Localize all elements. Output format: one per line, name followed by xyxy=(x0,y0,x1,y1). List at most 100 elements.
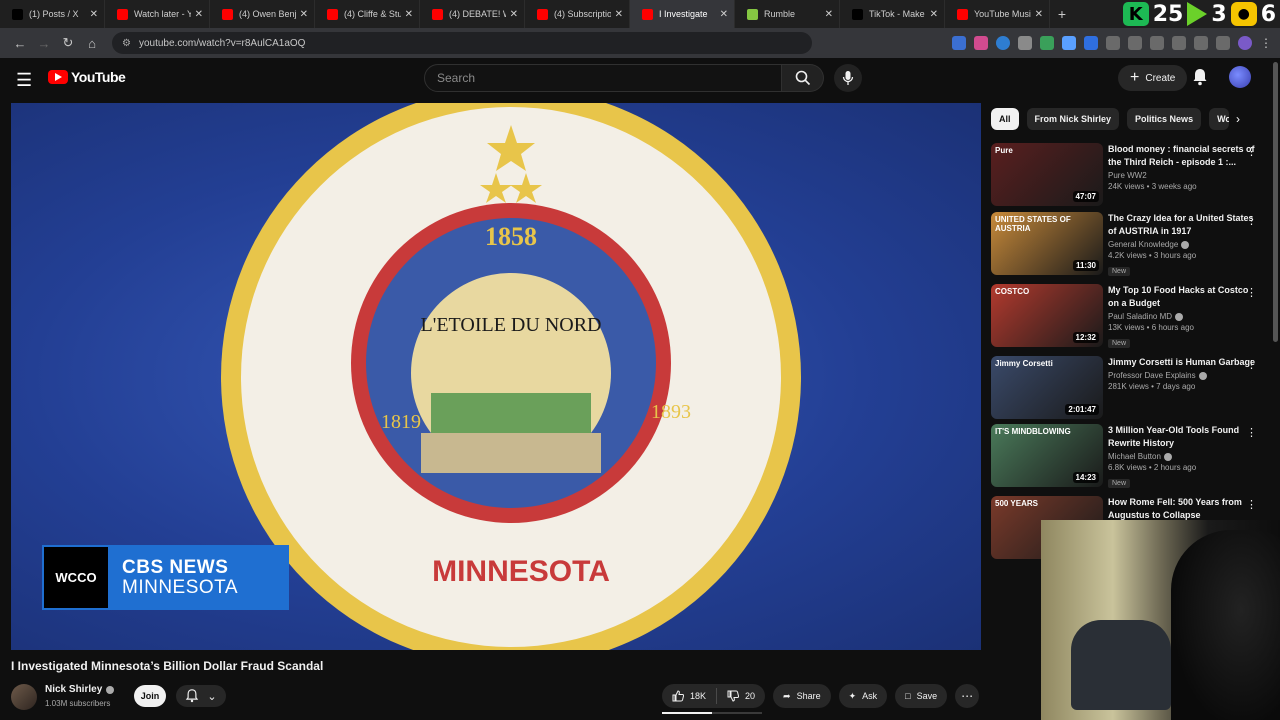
browser-tab-title: (4) Subscription xyxy=(554,9,611,19)
microphone-icon xyxy=(842,71,854,85)
account-avatar[interactable] xyxy=(1229,66,1251,88)
channel-avatar[interactable] xyxy=(11,684,37,710)
recommendation-item[interactable]: UNITED STATES OF AUSTRIA 11:30 The Crazy I… xyxy=(991,212,1271,276)
create-button[interactable]: + Create xyxy=(1118,65,1188,91)
close-tab-icon[interactable]: ✕ xyxy=(825,9,833,20)
recommendation-title: Jimmy Corsetti is Human Garbage xyxy=(1108,357,1256,367)
close-tab-icon[interactable]: ✕ xyxy=(720,9,728,20)
address-bar[interactable]: ⚙ youtube.com/watch?v=r8AulCA1aOQ xyxy=(112,32,812,54)
video-thumbnail[interactable]: IT'S MINDBLOWING 14:23 xyxy=(991,424,1103,487)
youtube-logo[interactable]: YouTube xyxy=(48,69,126,85)
extension-icon[interactable] xyxy=(952,36,966,50)
more-actions-icon[interactable]: ⋯ xyxy=(955,684,980,708)
home-icon[interactable]: ⌂ xyxy=(80,36,104,51)
search-button[interactable] xyxy=(782,64,824,92)
more-options-icon[interactable]: ⋮ xyxy=(1246,145,1257,158)
close-tab-icon[interactable]: ✕ xyxy=(300,9,308,20)
extension-icon[interactable] xyxy=(1106,36,1120,50)
flag-year-right: 1893 xyxy=(651,401,691,423)
new-tab-button[interactable]: + xyxy=(1050,6,1074,22)
close-tab-icon[interactable]: ✕ xyxy=(615,9,623,20)
recommendation-item[interactable]: Pure 47:07 Blood money : financial secrets… xyxy=(991,143,1271,207)
filter-chip[interactable]: Worl xyxy=(1209,108,1230,130)
browser-tab[interactable]: (4) Owen Benjan ✕ xyxy=(210,0,315,28)
like-button[interactable]: 18K xyxy=(662,690,716,702)
more-options-icon[interactable]: ⋮ xyxy=(1246,214,1257,227)
youtube-masthead: ☰ YouTube + Create xyxy=(0,58,1280,100)
ask-button[interactable]: ✦ Ask xyxy=(838,684,888,708)
recommendation-stats: 24K views • 3 weeks ago xyxy=(1108,182,1197,191)
recommendation-meta: Jimmy Corsetti is Human Garbage Professor… xyxy=(1108,356,1258,391)
forward-icon[interactable]: → xyxy=(32,36,56,51)
browser-tab[interactable]: (4) Subscription ✕ xyxy=(525,0,630,28)
video-thumbnail[interactable]: Pure 47:07 xyxy=(991,143,1103,206)
extensions-puzzle-icon[interactable] xyxy=(1128,36,1142,50)
extension-icon[interactable] xyxy=(974,36,988,50)
menu-dots-icon[interactable]: ⋮ xyxy=(1260,36,1272,50)
channel-name-row[interactable]: Nick Shirley xyxy=(45,684,115,695)
notifications-bell-icon[interactable] xyxy=(1192,68,1208,91)
close-tab-icon[interactable]: ✕ xyxy=(195,9,203,20)
more-options-icon[interactable]: ⋮ xyxy=(1246,498,1257,511)
browser-tab[interactable]: (1) Posts / X ✕ xyxy=(0,0,105,28)
thumbnail-text: Jimmy Corsetti xyxy=(995,359,1053,368)
filter-chip[interactable]: From Nick Shirley xyxy=(1026,108,1120,130)
browser-tab[interactable]: Rumble ✕ xyxy=(735,0,840,28)
join-button[interactable]: Join xyxy=(134,685,166,707)
recommendation-channel-row: Michael Button xyxy=(1108,452,1258,461)
video-player[interactable]: 1858 L'ETOILE DU NORD 1819 1893 MINNESOT… xyxy=(11,103,981,650)
extension-icon[interactable] xyxy=(996,36,1010,50)
more-options-icon[interactable]: ⋮ xyxy=(1246,426,1257,439)
video-thumbnail[interactable]: COSTCO 12:32 xyxy=(991,284,1103,347)
recommendation-item[interactable]: COSTCO 12:32 My Top 10 Food Hacks at Costc… xyxy=(991,284,1271,348)
subscribed-notifications-button[interactable]: ⌄ xyxy=(176,685,226,707)
site-info-icon[interactable]: ⚙ xyxy=(122,38,131,49)
save-button[interactable]: □ Save xyxy=(895,684,948,708)
search-input[interactable] xyxy=(424,64,782,92)
close-tab-icon[interactable]: ✕ xyxy=(930,9,938,20)
filter-chip[interactable]: Politics News xyxy=(1127,108,1202,130)
sparkle-icon: ✦ xyxy=(848,690,857,701)
video-thumbnail[interactable]: UNITED STATES OF AUSTRIA 11:30 xyxy=(991,212,1103,275)
reload-icon[interactable]: ↻ xyxy=(56,35,80,51)
filter-chip[interactable]: All xyxy=(991,108,1019,130)
video-duration: 12:32 xyxy=(1072,332,1099,343)
close-tab-icon[interactable]: ✕ xyxy=(1035,9,1043,20)
subscriber-count: 1.03M subscribers xyxy=(45,699,111,708)
extension-icon[interactable] xyxy=(1040,36,1054,50)
chevron-right-icon[interactable]: › xyxy=(1236,112,1240,126)
close-tab-icon[interactable]: ✕ xyxy=(405,9,413,20)
extension-icon[interactable] xyxy=(1062,36,1076,50)
youtube-icon xyxy=(222,8,233,20)
devtools-icon[interactable] xyxy=(1172,36,1186,50)
browser-tab[interactable]: (4) Cliffe & Stua ✕ xyxy=(315,0,420,28)
dislike-button[interactable]: 20 xyxy=(717,690,765,702)
profile-icon[interactable] xyxy=(1238,36,1252,50)
page-scrollbar[interactable] xyxy=(1273,62,1278,342)
flag-state-name: MINNESOTA xyxy=(432,555,610,588)
extension-icon[interactable] xyxy=(1018,36,1032,50)
browser-tab[interactable]: I Investigate ✕ xyxy=(630,0,735,28)
recommendation-stats: 13K views • 6 hours ago xyxy=(1108,323,1194,332)
voice-search-button[interactable] xyxy=(834,64,862,92)
back-icon[interactable]: ← xyxy=(8,36,32,51)
extension-icon[interactable] xyxy=(1084,36,1098,50)
downloads-icon[interactable] xyxy=(1216,36,1230,50)
recommendation-item[interactable]: IT'S MINDBLOWING 14:23 3 Million Year-Old … xyxy=(991,424,1271,488)
menu-icon[interactable]: ☰ xyxy=(16,70,32,91)
browser-tab[interactable]: YouTube Music ✕ xyxy=(945,0,1050,28)
flag-year-left: 1819 xyxy=(381,411,421,433)
sidebar-icon[interactable] xyxy=(1194,36,1208,50)
youtube-icon xyxy=(432,8,443,20)
browser-tab[interactable]: Watch later - Yo ✕ xyxy=(105,0,210,28)
more-options-icon[interactable]: ⋮ xyxy=(1246,358,1257,371)
history-icon[interactable] xyxy=(1150,36,1164,50)
browser-tab[interactable]: TikTok - Make Y ✕ xyxy=(840,0,945,28)
share-button[interactable]: ➦ Share xyxy=(773,684,831,708)
browser-tab[interactable]: (4) DEBATE! Wh ✕ xyxy=(420,0,525,28)
more-options-icon[interactable]: ⋮ xyxy=(1246,286,1257,299)
close-tab-icon[interactable]: ✕ xyxy=(90,9,98,20)
video-thumbnail[interactable]: Jimmy Corsetti 2:01:47 xyxy=(991,356,1103,419)
recommendation-item[interactable]: Jimmy Corsetti 2:01:47 Jimmy Corsetti is H… xyxy=(991,356,1271,420)
close-tab-icon[interactable]: ✕ xyxy=(510,9,518,20)
